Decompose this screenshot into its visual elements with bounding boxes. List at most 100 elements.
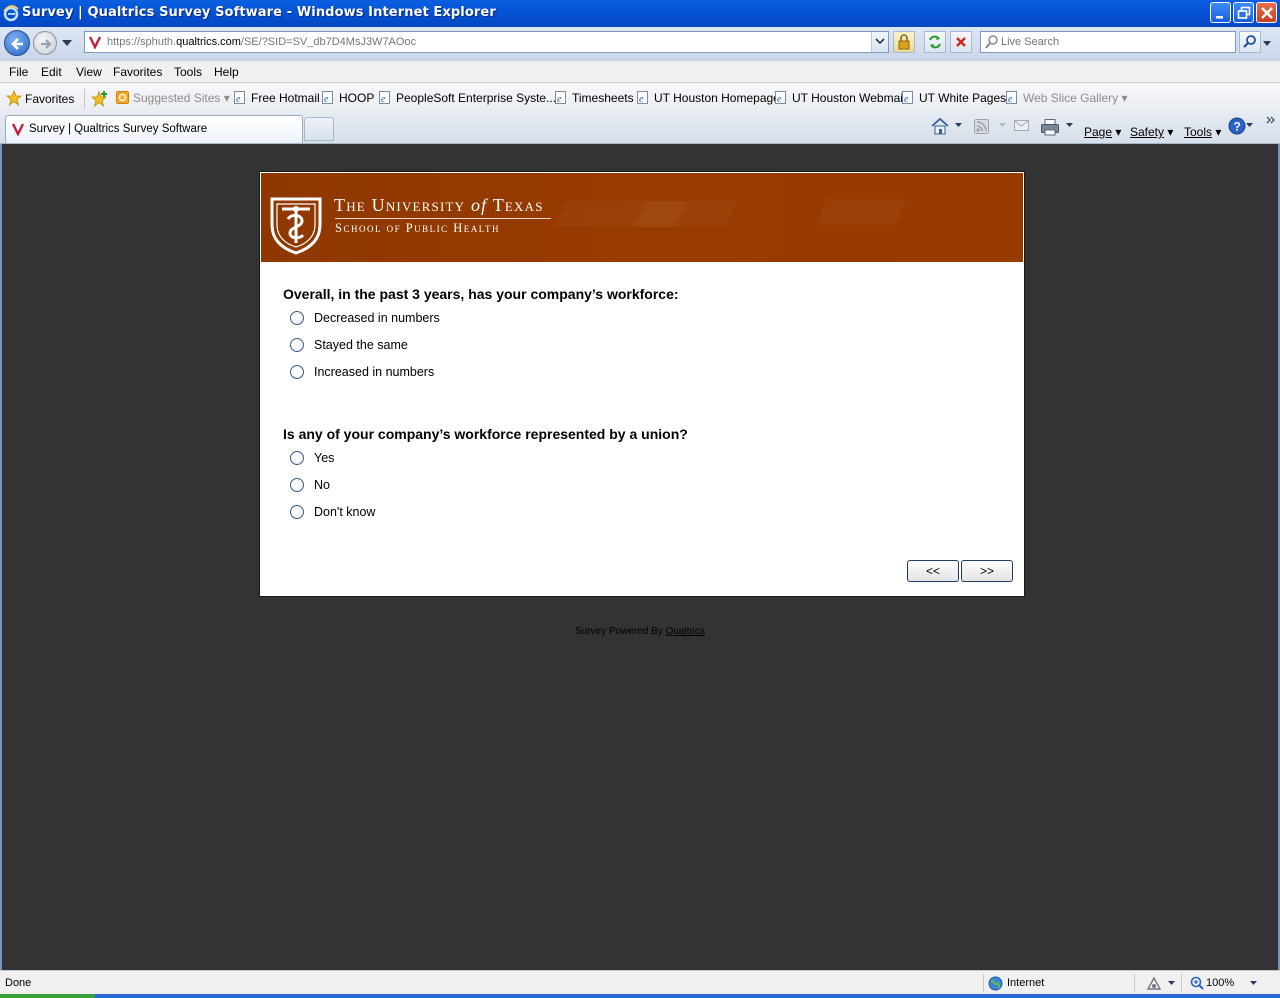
menu-favorites[interactable]: Favorites: [113, 65, 162, 79]
restore-button[interactable]: [1233, 2, 1254, 23]
tools-menu[interactable]: Tools ▾: [1184, 125, 1221, 139]
refresh-button[interactable]: [924, 31, 946, 53]
menu-file[interactable]: File: [9, 65, 28, 79]
svg-text:e: e: [324, 94, 329, 104]
radio-button[interactable]: [290, 338, 304, 352]
address-dropdown-button[interactable]: [871, 32, 888, 52]
question-2-text: Is any of your company’s workforce repre…: [283, 426, 688, 442]
safety-menu[interactable]: Safety ▾: [1130, 125, 1173, 139]
chevron-right-icon[interactable]: [1266, 115, 1276, 125]
ie-page-icon: e: [1006, 91, 1017, 104]
favorite-ut-white-pages[interactable]: e UT White Pages: [902, 91, 1006, 105]
internet-zone-icon: [988, 976, 1003, 991]
new-tab-button[interactable]: [304, 117, 334, 141]
question-1-text: Overall, in the past 3 years, has your c…: [283, 286, 679, 302]
menu-view[interactable]: View: [76, 65, 102, 79]
radio-button[interactable]: [290, 365, 304, 379]
window-title: Survey | Qualtrics Survey Software - Win…: [22, 5, 496, 20]
status-bar: Done Internet 100%: [0, 970, 1280, 994]
forward-arrow-icon: [41, 39, 52, 49]
menu-tools[interactable]: Tools: [174, 65, 202, 79]
feeds-icon[interactable]: [974, 119, 990, 135]
svg-text:e: e: [1008, 94, 1013, 104]
home-dropdown-icon[interactable]: [955, 123, 962, 128]
favorite-ut-houston-homepage[interactable]: e UT Houston Homepage: [637, 91, 780, 105]
search-options-dropdown-icon[interactable]: [1263, 41, 1271, 46]
favorite-suggested-sites[interactable]: Suggested Sites ▾: [116, 91, 230, 105]
previous-page-button[interactable]: <<: [907, 560, 959, 582]
zoom-level[interactable]: 100%: [1206, 977, 1234, 989]
svg-text:e: e: [236, 94, 241, 104]
taskbar-edge: [0, 994, 1280, 998]
protected-mode-icon[interactable]: [1146, 976, 1162, 991]
stop-button[interactable]: [950, 31, 972, 53]
ut-seal-logo-icon: [270, 197, 322, 255]
favorite-peoplesoft[interactable]: e PeopleSoft Enterprise Syste...: [379, 91, 556, 105]
chevron-down-icon: [875, 38, 885, 45]
title-bar: Survey | Qualtrics Survey Software - Win…: [0, 0, 1280, 27]
print-icon[interactable]: [1040, 118, 1060, 136]
feeds-dropdown-icon[interactable]: [999, 123, 1006, 128]
security-zone[interactable]: Internet: [1007, 977, 1044, 989]
address-field[interactable]: https://sphuth.qualtrics.com/SE/?SID=SV_…: [84, 31, 889, 53]
live-search-box[interactable]: [980, 31, 1236, 53]
status-text: Done: [5, 977, 32, 989]
qualtrics-link[interactable]: Qualtrics: [666, 626, 705, 637]
favorite-ut-houston-webmail[interactable]: e UT Houston Webmail: [775, 91, 906, 105]
page-viewport: The University of Texas School of Public…: [0, 144, 1280, 970]
print-dropdown-icon[interactable]: [1066, 123, 1073, 128]
minimize-icon: [1216, 16, 1223, 19]
favorite-timesheets[interactable]: e Timesheets: [555, 91, 634, 105]
qualtrics-favicon-icon: [88, 36, 102, 49]
favorites-button[interactable]: Favorites: [5, 89, 74, 107]
ie-logo-icon: [3, 5, 19, 22]
close-button[interactable]: [1256, 2, 1277, 23]
tab-survey[interactable]: Survey | Qualtrics Survey Software: [5, 115, 303, 143]
protected-mode-dropdown-icon[interactable]: [1168, 981, 1175, 986]
page-menu[interactable]: Page ▾: [1084, 125, 1121, 139]
recent-pages-dropdown-icon[interactable]: [62, 40, 72, 46]
ie-page-icon: e: [902, 91, 913, 104]
ie-page-icon: e: [234, 91, 245, 104]
radio-button[interactable]: [290, 451, 304, 465]
radio-button[interactable]: [290, 505, 304, 519]
qualtrics-favicon-icon: [11, 123, 25, 136]
next-page-button[interactable]: >>: [961, 560, 1013, 582]
university-name: The University of Texas: [334, 195, 544, 215]
favorite-free-hotmail[interactable]: e Free Hotmail: [234, 91, 320, 105]
favorite-hoop[interactable]: e HOOP: [322, 91, 374, 105]
tab-title: Survey | Qualtrics Survey Software: [29, 123, 208, 135]
help-icon[interactable]: ?: [1228, 117, 1246, 135]
menu-edit[interactable]: Edit: [41, 65, 62, 79]
forward-button[interactable]: [33, 31, 57, 55]
stop-icon: [956, 37, 966, 47]
menu-help[interactable]: Help: [214, 65, 239, 79]
minimize-button[interactable]: [1210, 2, 1231, 23]
survey-header-banner: The University of Texas School of Public…: [261, 173, 1023, 262]
radio-button[interactable]: [290, 478, 304, 492]
zoom-icon: [1190, 976, 1204, 990]
favorites-divider: [84, 89, 85, 109]
svg-text:e: e: [777, 94, 782, 104]
powered-by-footer: Survey Powered By Qualtrics: [574, 626, 706, 637]
search-icon: [985, 35, 998, 49]
refresh-icon: [929, 35, 941, 49]
favorite-web-slice-gallery[interactable]: e Web Slice Gallery ▾: [1006, 91, 1128, 105]
svg-text:e: e: [639, 94, 644, 104]
close-icon: [1261, 7, 1273, 19]
banner-texture: [635, 201, 737, 227]
search-input[interactable]: [1001, 34, 1231, 50]
read-mail-icon[interactable]: [1014, 120, 1030, 134]
back-button[interactable]: [4, 30, 30, 56]
ie-page-icon: e: [555, 91, 566, 104]
status-separator: [983, 974, 984, 992]
add-to-favorites-icon[interactable]: [91, 90, 109, 108]
help-dropdown-icon[interactable]: [1246, 123, 1253, 128]
radio-button[interactable]: [290, 311, 304, 325]
search-go-button[interactable]: [1239, 31, 1261, 53]
zoom-dropdown-icon[interactable]: [1250, 981, 1257, 986]
ie-page-icon: e: [379, 91, 390, 104]
ie-page-icon: e: [775, 91, 786, 104]
security-lock-button[interactable]: [893, 31, 915, 53]
home-icon[interactable]: [930, 117, 950, 135]
